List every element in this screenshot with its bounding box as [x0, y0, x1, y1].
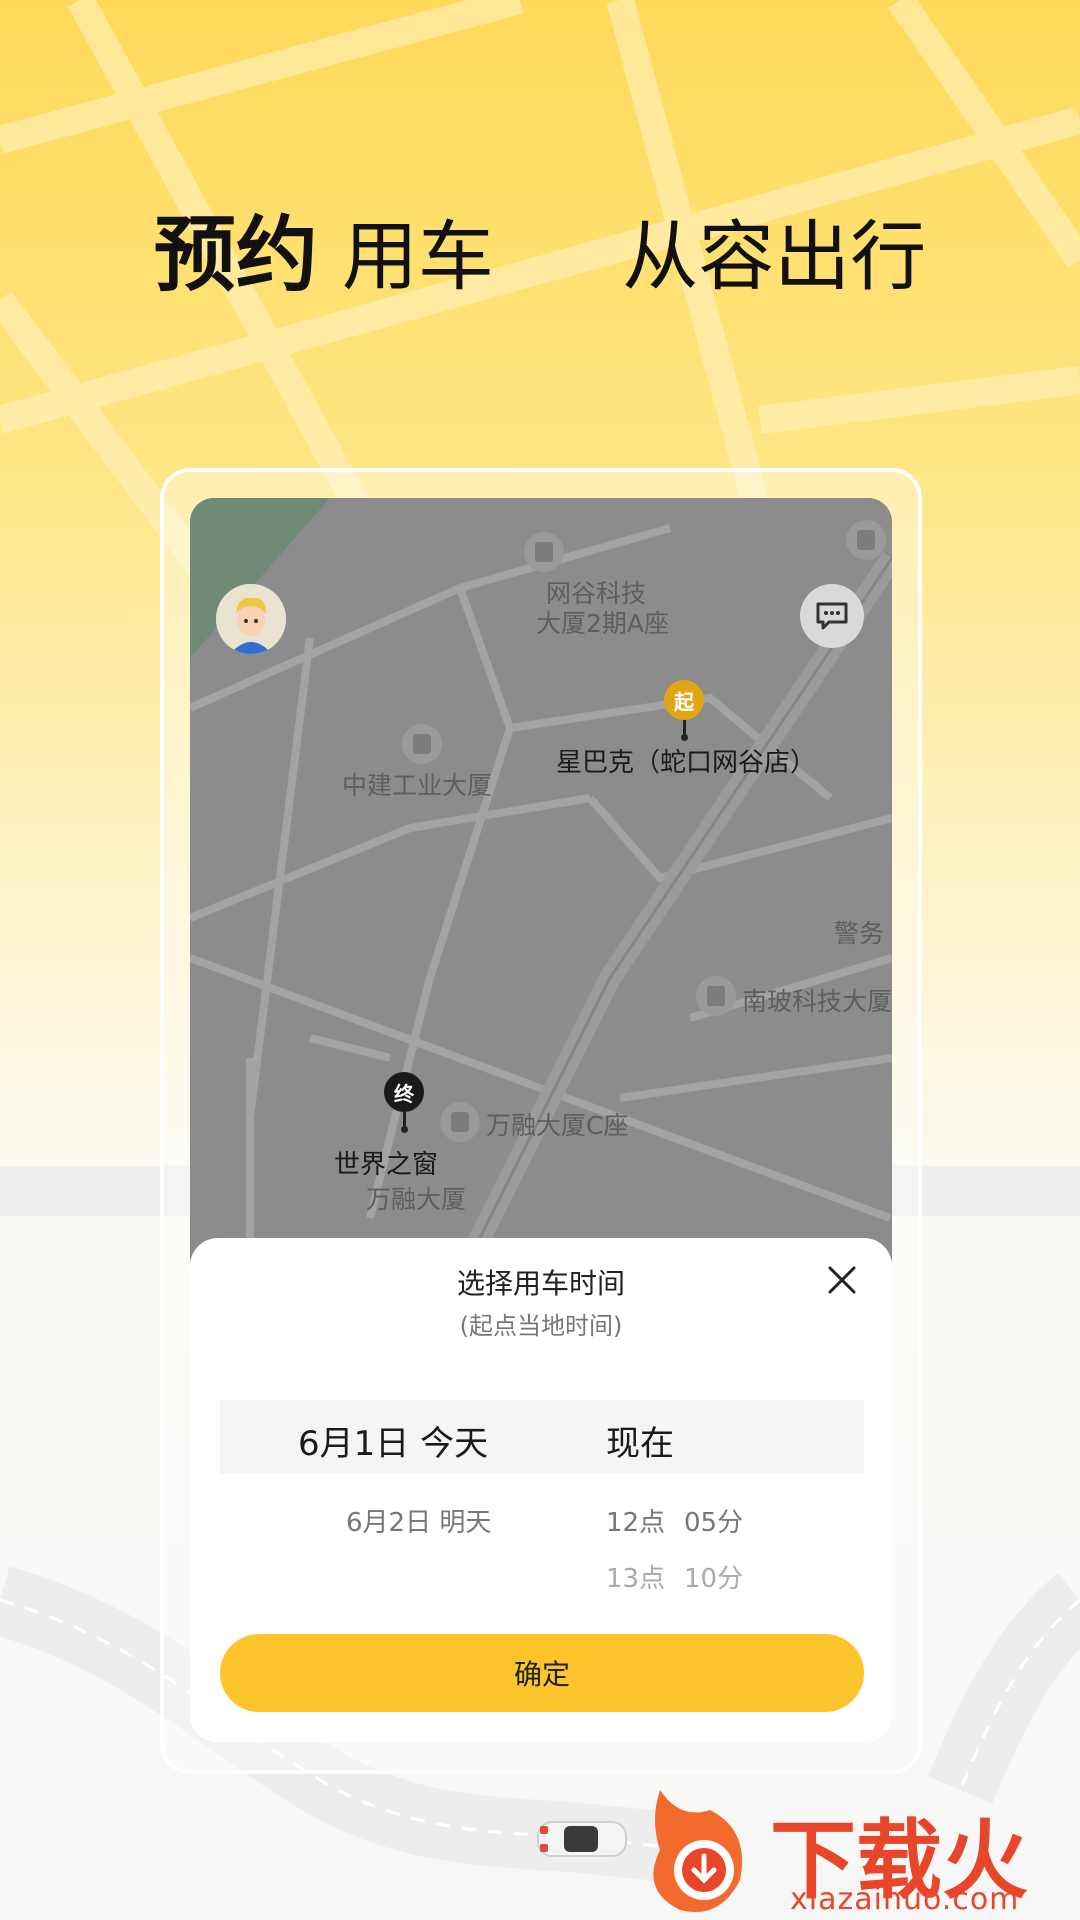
map-label-building-a2: 大厦2期A座 [536, 609, 670, 638]
end-pin-dot [401, 1126, 408, 1133]
map-label-police: 警务 [834, 919, 885, 948]
building-icon [696, 976, 736, 1016]
map-label-end-place: 世界之窗 [334, 1150, 439, 1180]
hour-option[interactable]: 12点 [606, 1502, 665, 1539]
map-label-building-b: 中建工业大厦 [342, 771, 493, 800]
car-icon [537, 1821, 627, 1857]
start-pin-dot [681, 734, 688, 741]
map-label-building-c: 南玻科技大厦 [742, 987, 892, 1016]
start-pin[interactable]: 起 [664, 680, 704, 720]
map-label-start-place: 星巴克（蛇口网谷店） [556, 748, 817, 778]
headline-rest: 用车 [341, 212, 494, 301]
chat-button[interactable] [800, 584, 864, 648]
watermark: 下载火 xiazaihuo.com [640, 1780, 1080, 1920]
end-pin[interactable]: 终 [384, 1072, 424, 1112]
headline: 预约 用车 从容出行 [0, 206, 1080, 307]
building-icon [524, 532, 564, 572]
date-option-selected[interactable]: 6月1日 今天 [298, 1416, 488, 1465]
map-label-building-d: 万融大厦C座 [486, 1111, 629, 1140]
watermark-url: xiazaihuo.com [790, 1882, 1020, 1917]
confirm-button[interactable]: 确定 [220, 1634, 864, 1712]
headline-slogan: 从容出行 [622, 212, 927, 301]
time-picker-sheet: 选择用车时间 (起点当地时间) 6月1日 今天 现在 6月2日 明天 12点 0… [190, 1238, 892, 1742]
flame-logo-icon [653, 1790, 742, 1912]
sheet-subtitle: (起点当地时间) [459, 1312, 623, 1340]
map-view[interactable]: 网谷科技 大厦2期A座 中建工业大厦 起 星巴克（蛇口网谷店） 警务 南玻科技大… [190, 498, 892, 1258]
chat-icon [816, 602, 848, 630]
hour-option[interactable]: 13点 [606, 1558, 665, 1595]
date-option[interactable]: 6月2日 明天 [346, 1502, 491, 1539]
minute-option[interactable]: 10分 [684, 1558, 743, 1595]
sheet-title: 选择用车时间 [456, 1267, 625, 1300]
building-icon [846, 520, 886, 560]
building-icon [402, 724, 442, 764]
building-icon [440, 1102, 480, 1142]
avatar-icon [216, 584, 286, 654]
avatar[interactable] [216, 584, 286, 654]
map-label-building-e: 万融大厦 [366, 1185, 467, 1214]
close-icon[interactable] [820, 1258, 864, 1302]
app-screen: 网谷科技 大厦2期A座 中建工业大厦 起 星巴克（蛇口网谷店） 警务 南玻科技大… [190, 498, 892, 1742]
minute-option[interactable]: 05分 [684, 1502, 743, 1539]
time-option-selected[interactable]: 现在 [606, 1416, 674, 1465]
headline-strong: 预约 [153, 208, 318, 303]
